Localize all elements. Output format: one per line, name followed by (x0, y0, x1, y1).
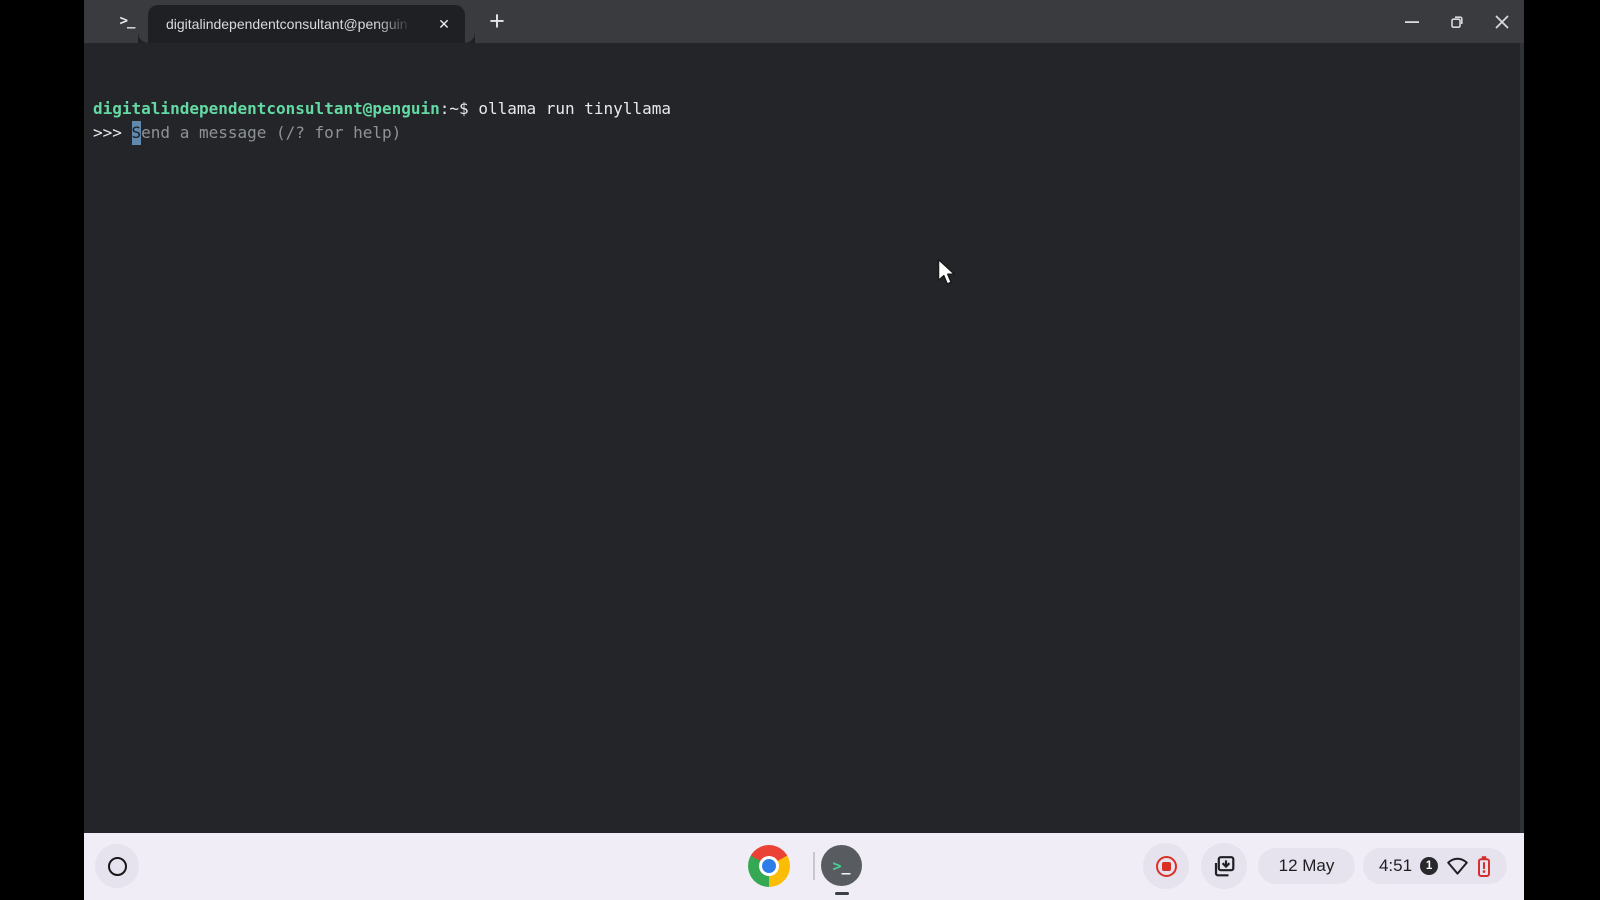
shelf: > _ 12 May 4:51 1 (84, 833, 1524, 900)
notification-badge: 1 (1420, 857, 1439, 875)
terminal-screen[interactable]: digitalindependentconsultant@penguin:~$ o… (84, 43, 1524, 833)
terminal-gt-glyph: > (832, 856, 842, 875)
terminal-underscore-glyph: _ (841, 856, 851, 875)
launcher-ring-glyph (107, 856, 127, 876)
battery-alert-icon (1478, 855, 1491, 877)
arrow-cursor (937, 258, 956, 285)
command-text: ollama run tinyllama (478, 99, 671, 118)
status-tray[interactable]: 4:51 1 (1363, 848, 1507, 884)
terminal-tab[interactable]: digitalindependentconsultant@penguin ✕ (148, 5, 475, 43)
record-stop-icon[interactable] (1143, 843, 1189, 889)
screen-capture-icon[interactable] (1201, 843, 1247, 889)
restore-icon[interactable] (1442, 7, 1472, 37)
tab-close-icon[interactable]: ✕ (431, 11, 457, 37)
clock-label: 4:51 (1378, 856, 1413, 875)
terminal-scrollbar[interactable] (1520, 43, 1524, 833)
shelf-divider (813, 852, 815, 880)
tab-title-fade (376, 5, 418, 43)
terminal-input-line: >>> Send a message (/? for help) (93, 121, 401, 145)
minimize-icon[interactable] (1397, 7, 1427, 37)
input-hint: end a message (/? for help) (141, 123, 402, 142)
terminal-window: >_ digitalindependentconsultant@penguin … (84, 0, 1524, 833)
repl-prompt: >>> (93, 123, 122, 142)
window-controls (1382, 0, 1517, 43)
close-icon[interactable] (1487, 7, 1517, 37)
text-cursor: S (131, 121, 141, 145)
new-tab-icon[interactable]: + (481, 5, 513, 38)
wifi-icon (1447, 857, 1468, 875)
desktop: >_ digitalindependentconsultant@penguin … (84, 0, 1524, 900)
date-pill[interactable]: 12 May (1258, 848, 1355, 884)
running-app-indicator (835, 892, 849, 895)
terminal-prompt-line: digitalindependentconsultant@penguin:~$ o… (93, 97, 671, 121)
date-label: 12 May (1278, 856, 1335, 875)
terminal-shelf-icon[interactable]: > _ (821, 845, 862, 886)
record-ring (1155, 855, 1177, 877)
prompt-user-host: digitalindependentconsultant@penguin (93, 99, 440, 118)
prompt-separator: :~$ (439, 99, 469, 118)
record-square (1161, 861, 1171, 871)
chrome-icon[interactable] (748, 845, 790, 887)
launcher-icon[interactable] (95, 844, 139, 888)
tab-strip: >_ digitalindependentconsultant@penguin … (84, 0, 1524, 43)
